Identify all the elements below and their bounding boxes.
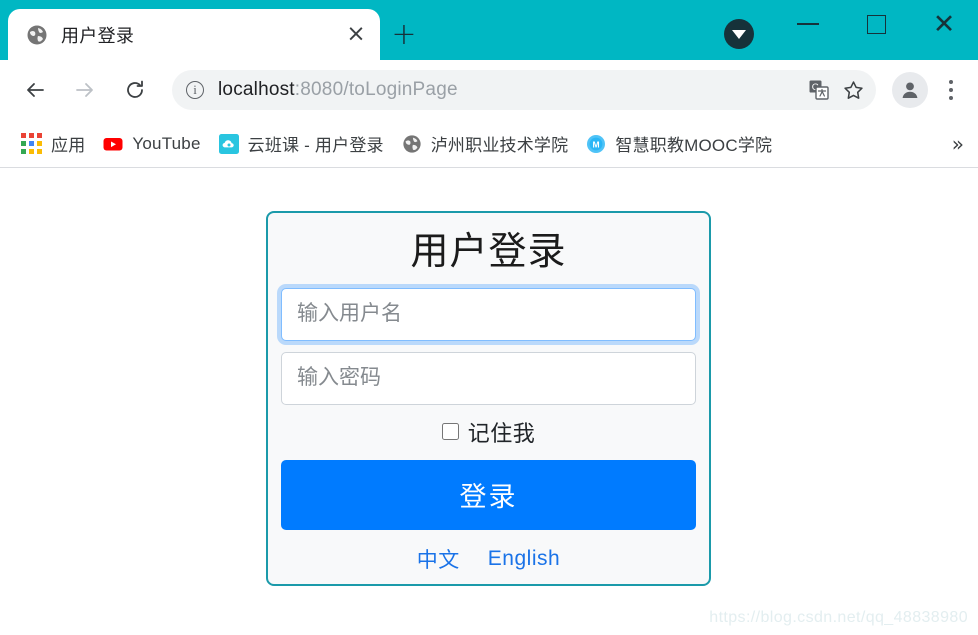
bookmark-label: 泸州职业技术学院 bbox=[430, 136, 569, 155]
language-link-english[interactable]: English bbox=[488, 547, 560, 571]
language-link-chinese[interactable]: 中文 bbox=[417, 544, 460, 574]
youtube-icon bbox=[103, 134, 123, 154]
bookmark-label: 云班课 - 用户登录 bbox=[247, 136, 384, 155]
translate-icon[interactable]: G bbox=[802, 73, 836, 107]
url-host: localhost bbox=[218, 79, 295, 100]
tab-title: 用户登录 bbox=[61, 25, 135, 46]
username-field[interactable] bbox=[281, 287, 696, 341]
chevron-down-icon bbox=[732, 29, 746, 39]
password-input[interactable] bbox=[297, 366, 680, 390]
address-bar[interactable]: i localhost:8080/toLoginPage G bbox=[172, 70, 876, 110]
bookmark-cloud-class[interactable]: 云班课 - 用户登录 bbox=[210, 128, 393, 160]
new-tab-button[interactable]: + bbox=[388, 19, 420, 51]
window-controls: ✕ bbox=[774, 0, 978, 48]
bookmark-label: YouTube bbox=[132, 133, 201, 153]
bookmarks-bar: 应用 YouTube 云班课 - 用户登录 泸州职业技术学院 M 智慧职教MOO… bbox=[0, 120, 978, 168]
minimize-button[interactable] bbox=[774, 0, 842, 48]
site-info-icon[interactable]: i bbox=[186, 81, 204, 99]
login-button[interactable]: 登录 bbox=[281, 459, 696, 530]
tab-search-button[interactable] bbox=[724, 19, 754, 49]
bookmarks-overflow-button[interactable]: » bbox=[952, 132, 964, 156]
browser-tab[interactable]: 用户登录 × bbox=[8, 9, 380, 60]
browser-toolbar: i localhost:8080/toLoginPage G bbox=[0, 60, 978, 120]
remember-me-checkbox[interactable] bbox=[441, 423, 459, 440]
page-title: 用户登录 bbox=[410, 231, 567, 273]
cloud-class-icon bbox=[218, 133, 239, 154]
bookmark-label: 智慧职教MOOC学院 bbox=[615, 136, 773, 155]
url-text: localhost:8080/toLoginPage bbox=[218, 79, 802, 101]
password-field[interactable] bbox=[281, 351, 696, 405]
bookmark-mooc[interactable]: M 智慧职教MOOC学院 bbox=[577, 128, 781, 160]
apps-grid-icon bbox=[21, 133, 42, 154]
bookmark-luzhou-college[interactable]: 泸州职业技术学院 bbox=[393, 128, 578, 160]
remember-me-row: 记住我 bbox=[281, 416, 696, 448]
three-dot-menu-icon[interactable] bbox=[934, 70, 968, 110]
star-icon[interactable] bbox=[836, 73, 870, 107]
svg-text:M: M bbox=[593, 139, 600, 149]
remember-me-label[interactable]: 记住我 bbox=[468, 416, 536, 448]
browser-window: 用户登录 × + ✕ i localhost:8080/toLoginPage … bbox=[0, 0, 978, 635]
globe-icon bbox=[402, 134, 422, 154]
username-input[interactable] bbox=[297, 302, 680, 326]
mooc-m-icon: M bbox=[586, 134, 606, 154]
maximize-button[interactable] bbox=[842, 0, 910, 48]
tab-strip: 用户登录 × + ✕ bbox=[0, 0, 978, 60]
forward-button[interactable] bbox=[65, 70, 105, 110]
bookmark-label: 应用 bbox=[51, 136, 86, 155]
language-links: 中文 English bbox=[281, 544, 696, 574]
bookmark-youtube[interactable]: YouTube bbox=[94, 128, 209, 160]
url-path: :8080/toLoginPage bbox=[294, 79, 458, 100]
profile-avatar-icon[interactable] bbox=[892, 72, 928, 108]
reload-button[interactable] bbox=[115, 70, 155, 110]
login-card: 用户登录 记住我 登录 中文 English bbox=[266, 211, 711, 586]
back-button[interactable] bbox=[15, 70, 55, 110]
bookmark-apps[interactable]: 应用 bbox=[12, 128, 94, 160]
globe-icon bbox=[26, 24, 48, 46]
close-button[interactable]: ✕ bbox=[910, 0, 978, 48]
watermark-text: https://blog.csdn.net/qq_48838980 bbox=[709, 609, 968, 626]
close-icon[interactable]: × bbox=[342, 21, 370, 49]
page-viewport: 用户登录 记住我 登录 中文 English https://blog.csdn… bbox=[0, 169, 978, 635]
